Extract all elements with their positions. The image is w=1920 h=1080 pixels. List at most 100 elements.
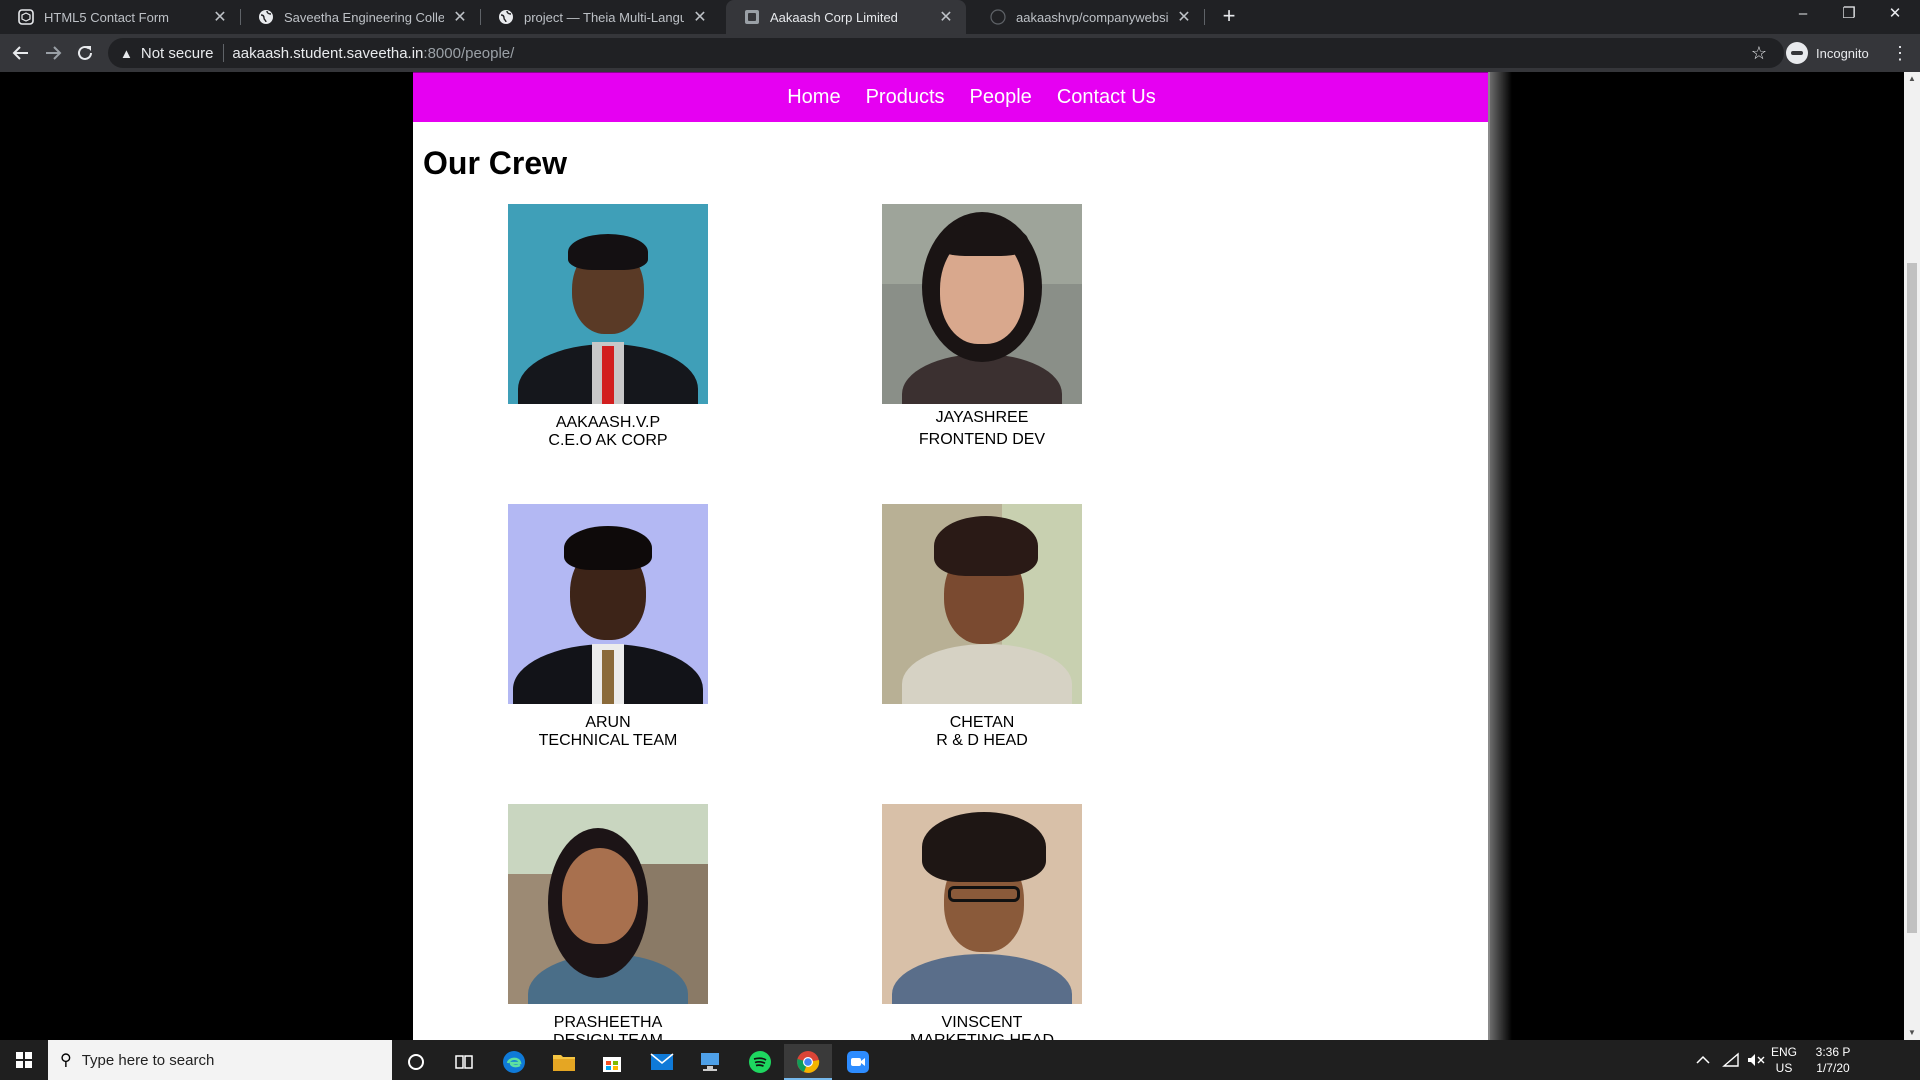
incognito-label: Incognito xyxy=(1816,45,1869,61)
member-role: FRONTEND DEV xyxy=(918,431,1046,448)
tab-title: aakaashvp/companywebsite xyxy=(1016,9,1168,25)
nav-people-link[interactable]: People xyxy=(970,86,1032,109)
tab-html5-contact-form[interactable]: HTML5 Contact Form ✕ xyxy=(0,0,240,34)
close-icon[interactable]: ✕ xyxy=(1176,7,1192,27)
address-bar[interactable]: ▲ Not secure aakaash.student.saveetha.in… xyxy=(108,38,1784,68)
globe-icon xyxy=(259,10,273,24)
nav-home-link[interactable]: Home xyxy=(787,86,840,109)
codepen-icon xyxy=(18,9,34,25)
forward-button[interactable] xyxy=(38,38,68,68)
member-photo xyxy=(508,204,708,404)
tab-divider xyxy=(1204,9,1205,25)
edge-browser-icon[interactable] xyxy=(490,1044,538,1080)
close-icon[interactable]: ✕ xyxy=(452,7,468,27)
scroll-up-icon[interactable]: ▲ xyxy=(1908,74,1916,83)
crew-card: CHETAN R & D HEAD xyxy=(882,504,1082,750)
mail-icon[interactable] xyxy=(638,1044,686,1080)
scrollbar-thumb[interactable] xyxy=(1907,263,1917,933)
clock-time: 3:36 P xyxy=(1815,1045,1851,1059)
close-icon[interactable]: ✕ xyxy=(212,7,228,27)
file-explorer-icon[interactable] xyxy=(540,1044,588,1080)
menu-kebab-icon[interactable]: ⋮ xyxy=(1890,40,1910,66)
close-icon[interactable]: ✕ xyxy=(692,7,708,27)
globe-icon xyxy=(499,10,513,24)
member-name: PRASHEETHA xyxy=(553,1014,663,1031)
member-role: R & D HEAD xyxy=(936,732,1028,749)
taskbar-search-box[interactable]: ⚲ Type here to search xyxy=(48,1040,392,1080)
clock[interactable]: 3:36 P 1/7/20 xyxy=(1806,1040,1860,1080)
member-photo xyxy=(882,504,1082,704)
member-name: ARUN xyxy=(585,714,631,731)
url-host[interactable]: aakaash.student.saveetha.in xyxy=(232,45,423,62)
crew-card: AAKAASH.V.P C.E.O AK CORP xyxy=(508,204,708,450)
tab-github-companywebsite[interactable]: aakaashvp/companywebsite ✕ xyxy=(972,0,1204,34)
reload-icon xyxy=(78,45,92,60)
start-button[interactable] xyxy=(0,1040,48,1080)
member-name: AAKAASH.V.P xyxy=(555,414,661,431)
restore-button[interactable]: ❐ xyxy=(1826,0,1872,30)
member-role: DESIGN TEAM xyxy=(508,1032,708,1040)
network-icon[interactable] xyxy=(1722,1040,1740,1080)
github-icon xyxy=(990,9,1006,25)
member-role: MARKETING HEAD xyxy=(882,1032,1082,1040)
language-code: ENG xyxy=(1770,1045,1797,1059)
site-navbar: Home Products People Contact Us xyxy=(413,72,1490,122)
volume-muted-icon[interactable] xyxy=(1746,1040,1766,1080)
browser-toolbar: ▲ Not secure aakaash.student.saveetha.in… xyxy=(0,34,1920,72)
url-path[interactable]: :8000/people/ xyxy=(423,45,514,62)
chrome-icon[interactable] xyxy=(784,1044,832,1080)
back-arrow-icon xyxy=(12,46,28,60)
reload-button[interactable] xyxy=(70,38,100,68)
nav-contact-us-link[interactable]: Contact Us xyxy=(1057,86,1156,109)
tab-title: Aakaash Corp Limited xyxy=(770,9,898,25)
store-icon[interactable] xyxy=(588,1044,636,1080)
tab-title: HTML5 Contact Form xyxy=(44,9,169,25)
new-tab-button[interactable]: + xyxy=(1216,4,1242,30)
windows-taskbar: ⚲ Type here to search ENG US 3:36 P 1/7/… xyxy=(0,1040,1920,1080)
tab-aakaash-corp-limited[interactable]: Aakaash Corp Limited ✕ xyxy=(726,0,966,34)
page-icon xyxy=(745,10,759,24)
site-page: Home Products People Contact Us Our Crew… xyxy=(413,72,1490,1040)
keyboard-layout: US xyxy=(1775,1061,1793,1075)
zoom-icon[interactable] xyxy=(834,1044,882,1080)
remote-desktop-icon[interactable] xyxy=(686,1044,734,1080)
member-photo xyxy=(508,504,708,704)
scroll-down-icon[interactable]: ▼ xyxy=(1908,1028,1916,1037)
clock-date: 1/7/20 xyxy=(1816,1061,1850,1075)
spotify-icon[interactable] xyxy=(736,1044,784,1080)
tray-chevron-up-icon[interactable] xyxy=(1696,1040,1710,1080)
incognito-profile-button[interactable]: Incognito xyxy=(1786,39,1869,67)
task-view-icon[interactable] xyxy=(440,1044,488,1080)
minimize-button[interactable]: – xyxy=(1780,0,1826,30)
close-window-button[interactable]: ✕ xyxy=(1872,0,1918,30)
crew-card: PRASHEETHA DESIGN TEAM xyxy=(508,804,708,1040)
member-photo xyxy=(882,804,1082,1004)
bookmark-star-icon[interactable]: ☆ xyxy=(1746,40,1772,66)
incognito-icon xyxy=(1786,42,1808,64)
omnibox-divider xyxy=(223,44,225,62)
member-role: C.E.O AK CORP xyxy=(548,432,668,449)
forward-arrow-icon xyxy=(46,46,62,60)
page-viewport: Home Products People Contact Us Our Crew… xyxy=(0,72,1904,1040)
member-role: TECHNICAL TEAM xyxy=(538,732,678,749)
member-photo xyxy=(508,804,708,1004)
warning-icon[interactable]: ▲ xyxy=(120,46,133,61)
member-name: VINSCENT xyxy=(941,1014,1023,1031)
nav-products-link[interactable]: Products xyxy=(866,86,945,109)
tab-saveetha-engineering-college[interactable]: Saveetha Engineering College ✕ xyxy=(240,0,480,34)
member-name: JAYASHREE xyxy=(935,409,1029,426)
member-photo xyxy=(882,204,1082,404)
cortana-icon[interactable] xyxy=(392,1044,440,1080)
language-indicator[interactable]: ENG US xyxy=(1770,1040,1798,1080)
page-scrollbar[interactable]: ▲ ▼ xyxy=(1904,72,1920,1040)
back-button[interactable] xyxy=(6,38,36,68)
tab-project-theia[interactable]: project — Theia Multi-Language ✕ xyxy=(480,0,720,34)
close-icon[interactable]: ✕ xyxy=(938,7,954,27)
search-placeholder: Type here to search xyxy=(81,1051,215,1069)
security-label[interactable]: Not secure xyxy=(141,45,214,62)
page-title: Our Crew xyxy=(423,145,568,181)
tab-title: Saveetha Engineering College xyxy=(284,9,444,25)
member-name: CHETAN xyxy=(949,714,1015,731)
crew-card: ARUN TECHNICAL TEAM xyxy=(508,504,708,750)
tab-strip: HTML5 Contact Form ✕ Saveetha Engineerin… xyxy=(0,0,1920,34)
